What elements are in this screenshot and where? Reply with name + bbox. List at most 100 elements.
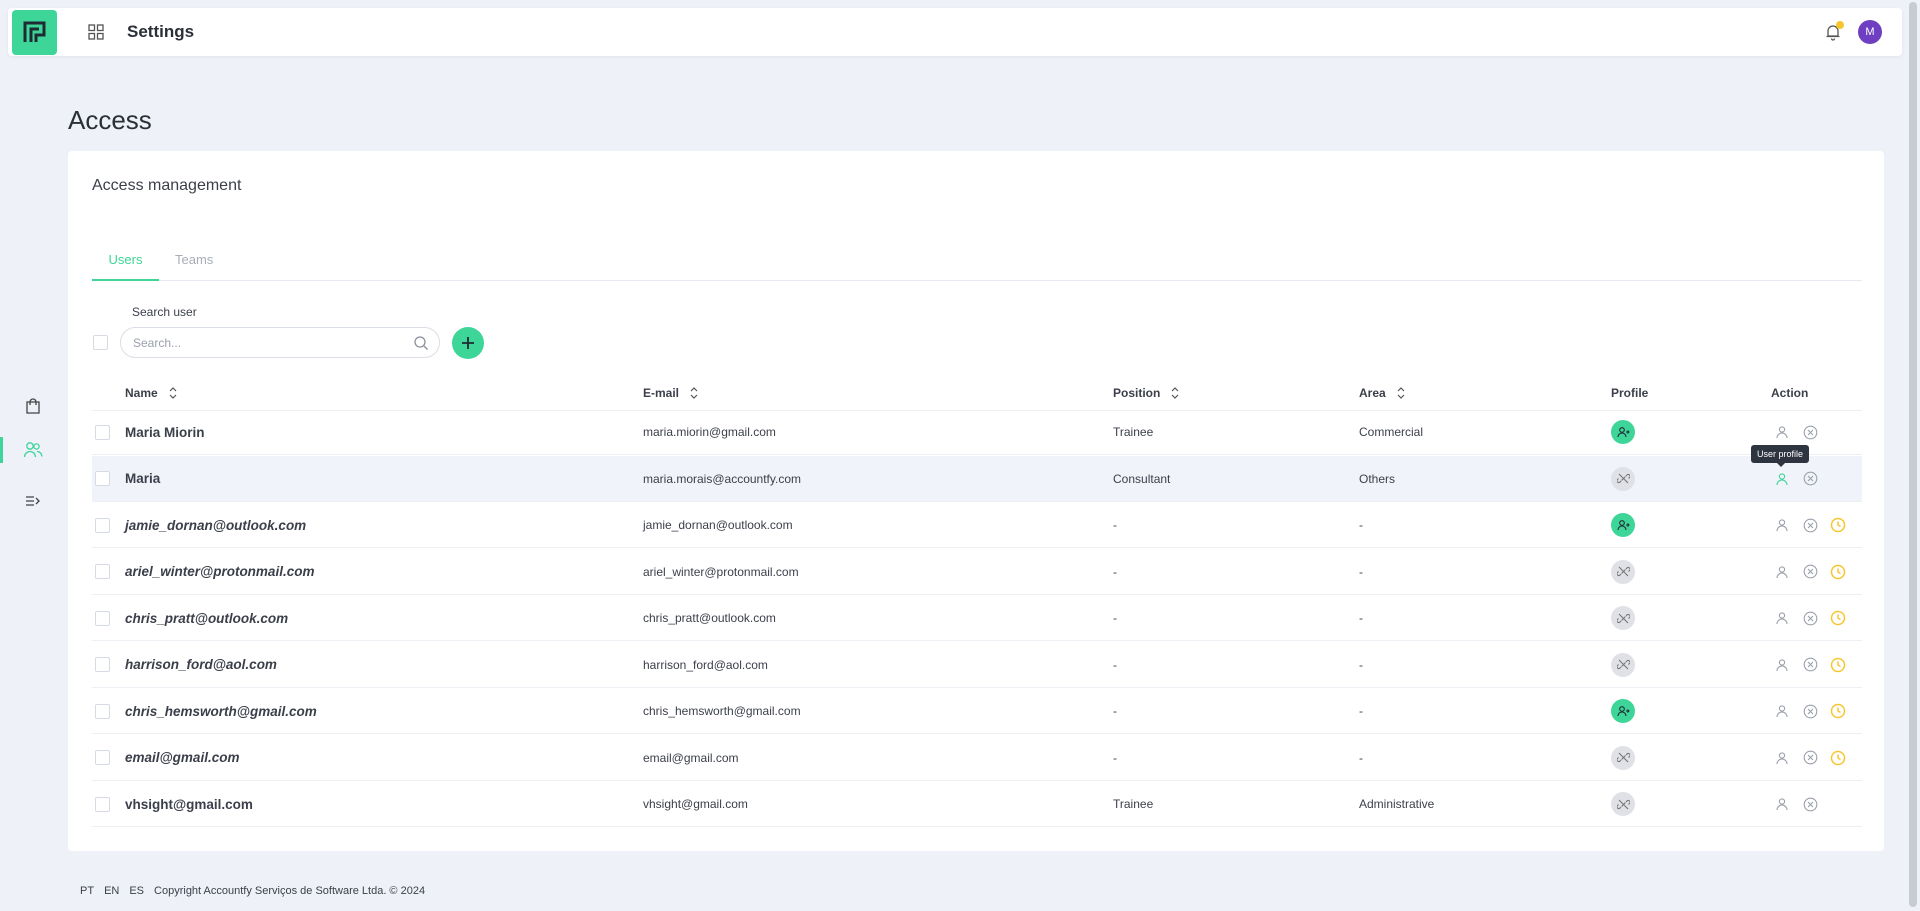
row-checkbox[interactable] [95,471,110,486]
user-name: Maria Miorin [125,424,205,440]
column-area[interactable]: Area [1359,386,1406,400]
remove-user-icon[interactable] [1801,749,1819,767]
sort-icon[interactable] [1170,386,1180,400]
user-name: jamie_dornan@outlook.com [125,517,307,533]
profile-linked-icon [1611,513,1635,537]
language-pt[interactable]: PT [80,885,94,897]
profile-cell [1611,688,1635,734]
card-title: Access management [92,177,242,194]
language-en[interactable]: EN [104,885,119,897]
row-checkbox[interactable] [95,424,110,440]
user-name: Maria [125,471,161,486]
user-profile-icon[interactable] [1773,609,1791,627]
notification-bell-icon[interactable] [1822,21,1844,43]
shopping-bag-icon[interactable] [22,395,44,417]
pending-clock-icon[interactable] [1829,702,1847,720]
search-label: Search user [132,305,197,319]
tab-users[interactable]: Users [92,251,159,281]
pending-clock-icon[interactable] [1829,563,1847,581]
column-action: Action [1771,386,1809,400]
row-checkbox[interactable] [95,703,110,719]
pending-clock-icon[interactable] [1829,516,1847,534]
table-row[interactable]: Maria Miorin maria.miorin@gmail.com Traine… [92,409,1862,455]
user-area: - [1359,704,1363,718]
user-position: - [1113,564,1117,579]
user-area: - [1359,657,1363,672]
user-profile-icon[interactable] [1773,470,1791,488]
user-position: - [1113,704,1117,718]
action-cell [1773,688,1847,734]
user-profile-icon[interactable] [1773,795,1791,813]
row-checkbox[interactable] [95,517,110,533]
user-profile-tooltip: User profile [1751,445,1810,467]
pending-clock-icon[interactable] [1829,656,1847,674]
table-row[interactable]: ariel_winter@protonmail.com ariel_winter@… [92,549,1862,595]
pending-clock-icon[interactable] [1829,609,1847,627]
profile-unlinked-icon [1611,606,1635,630]
profile-cell [1611,502,1635,548]
users-icon[interactable] [22,439,44,461]
remove-user-icon[interactable] [1801,795,1819,813]
user-profile-icon[interactable] [1773,563,1791,581]
search-icon[interactable] [413,335,429,351]
remove-user-icon[interactable] [1801,702,1819,720]
header-title: Settings [127,22,195,41]
table-row[interactable]: vhsight@gmail.com vhsight@gmail.com Traine… [92,781,1862,827]
tab-teams[interactable]: Teams [175,251,213,281]
sort-icon[interactable] [689,386,699,400]
user-position: - [1113,611,1117,625]
apps-grid-icon[interactable] [85,21,107,43]
remove-user-icon[interactable] [1801,516,1819,534]
search-input[interactable] [133,335,403,350]
language-es[interactable]: ES [129,885,144,897]
column-name[interactable]: Name [125,386,178,400]
remove-user-icon[interactable] [1801,470,1819,488]
row-checkbox[interactable] [95,796,110,812]
sort-icon[interactable] [168,386,178,400]
row-checkbox-cell [95,642,110,688]
scrollbar[interactable] [1906,0,1920,911]
user-profile-icon[interactable] [1773,516,1791,534]
profile-linked-icon [1611,420,1635,444]
pending-clock-icon[interactable] [1829,749,1847,767]
sort-icon[interactable] [1396,386,1406,400]
remove-user-icon[interactable] [1801,423,1819,441]
row-checkbox-cell [95,409,110,455]
notification-dot [1836,21,1844,29]
table-row[interactable]: email@gmail.com email@gmail.com - - [92,735,1862,781]
scroll-thumb[interactable] [1909,2,1917,907]
table-row[interactable]: chris_hemsworth@gmail.com chris_hemsworth… [92,688,1862,734]
row-checkbox[interactable] [95,564,110,579]
row-checkbox[interactable] [95,750,110,765]
expand-menu-icon[interactable] [22,490,44,512]
column-name-label: Name [125,386,158,400]
remove-user-icon[interactable] [1801,656,1819,674]
app-logo[interactable] [12,9,57,55]
user-profile-icon[interactable] [1773,423,1791,441]
user-profile-icon[interactable] [1773,749,1791,767]
user-position: Trainee [1113,797,1154,811]
column-area-label: Area [1359,386,1386,400]
add-user-button[interactable] [452,327,484,359]
user-profile-icon[interactable] [1773,656,1791,674]
action-cell [1773,642,1847,688]
table-row[interactable]: chris_pratt@outlook.com chris_pratt@outlo… [92,595,1862,641]
action-cell [1773,781,1819,827]
remove-user-icon[interactable] [1801,609,1819,627]
user-email: harrison_ford@aol.com [643,657,768,672]
profile-unlinked-icon [1611,745,1635,770]
table-row[interactable]: jamie_dornan@outlook.com jamie_dornan@out… [92,502,1862,548]
page-title: Access [68,105,152,135]
remove-user-icon[interactable] [1801,563,1819,581]
user-profile-icon[interactable] [1773,702,1791,720]
column-email[interactable]: E-mail [643,386,699,400]
user-area: - [1359,750,1363,765]
table-row[interactable]: Maria maria.morais@accountfy.com Consultan… [92,455,1862,502]
table-row[interactable]: harrison_ford@aol.com harrison_ford@aol.c… [92,642,1862,688]
column-position[interactable]: Position [1113,386,1180,400]
row-checkbox[interactable] [95,610,110,626]
copyright-text: Copyright Accountfy Serviços de Software… [154,885,426,897]
select-all-checkbox[interactable] [93,335,108,350]
row-checkbox[interactable] [95,657,110,672]
user-avatar[interactable]: M [1858,20,1882,44]
